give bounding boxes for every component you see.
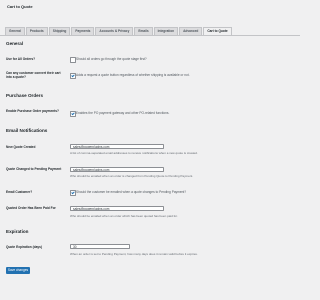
tab-general[interactable]: General [5,27,25,35]
section-heading-purchase-orders: Purchase Orders [6,93,44,98]
new-quote-created-input[interactable]: sales@powerplugins.com [70,144,164,149]
enable-po-checkbox[interactable] [70,111,76,117]
quote-changed-pending-input[interactable]: sales@powerplugins.com [70,167,164,172]
use-for-all-orders-checkbox[interactable] [70,57,76,63]
use-for-all-orders-label: Use for All Orders? [6,57,36,61]
convert-cart-text: Adds a request a quote button regardless… [76,73,190,77]
quote-expiration-description: When an order is set to Pending Payment,… [70,252,198,256]
email-customer-text: Should the customer be emailed when a qu… [76,190,187,194]
save-changes-button[interactable]: Save changes [6,267,30,274]
email-customer-label: Email Customer? [6,190,33,194]
quoted-order-paid-input[interactable]: sales@powerplugins.com [70,206,164,211]
tab-emails[interactable]: Emails [134,27,153,35]
new-quote-created-description: A list of comma-separated email addresse… [70,151,198,155]
quote-expiration-input[interactable]: 30 [70,244,130,249]
section-heading-general: General [6,41,24,46]
section-heading-email-notifications: Email Notifications [6,128,48,133]
quote-changed-pending-description: Who should be emailed when an order is c… [70,174,194,178]
quoted-order-paid-label: Quoted Order Has Been Paid For [6,206,56,210]
convert-cart-checkbox[interactable] [70,73,76,79]
quote-changed-pending-label: Quote Changed to Pending Payment [6,167,62,171]
quote-expiration-label: Quote Expiration (days) [6,245,42,249]
tab-integration[interactable]: Integration [153,27,179,35]
use-for-all-orders-text: Should all orders go through the quote s… [76,57,147,61]
tab-advanced[interactable]: Advanced [179,27,203,35]
email-customer-checkbox[interactable] [70,190,76,196]
tab-products[interactable]: Products [25,27,48,35]
page-title: Cart to Quote [7,4,33,9]
enable-po-text: Enables the PO payment gateway and other… [76,111,170,115]
new-quote-created-label: New Quote Created [6,145,36,149]
tab-accounts-privacy[interactable]: Accounts & Privacy [95,27,134,35]
quoted-order-paid-description: Who should be emailed when an order whic… [70,214,178,218]
enable-po-label: Enable Purchase Order payments? [6,109,59,113]
section-heading-expiration: Expiration [6,229,29,234]
tab-shipping[interactable]: Shipping [48,27,71,35]
tabs-divider [0,35,300,36]
convert-cart-label: Can any customer convert their cart into… [6,71,61,79]
tab-payments[interactable]: Payments [71,27,95,35]
